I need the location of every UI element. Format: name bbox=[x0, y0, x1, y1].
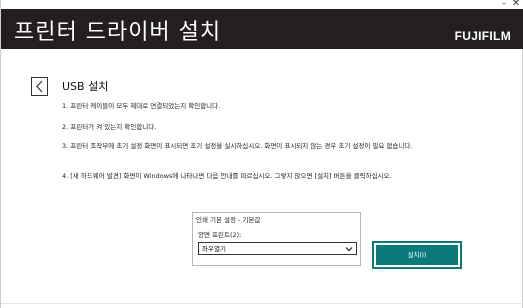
duplex-print-label: 양면 프린트(2): bbox=[198, 231, 242, 239]
instruction-step-3: 3. 프린터 조작부에 초기 설정 화면이 표시되면 초기 설정을 실시하십시오… bbox=[62, 142, 413, 150]
minimize-button[interactable]: – bbox=[500, 0, 508, 9]
back-button[interactable] bbox=[31, 77, 48, 96]
page-header-title: 프린터 드라이버 설치 bbox=[14, 20, 222, 45]
print-defaults-panel: 인쇄 기본 설정 - 기본값 양면 프린트(2): 좌우열기 bbox=[192, 212, 361, 266]
instruction-step-2: 2. 프린터가 켜 있는지 확인합니다. bbox=[62, 123, 157, 131]
instruction-step-4: 4. [새 하드웨어 발견] 화면이 Windows에 나타나면 다음 안내를 … bbox=[62, 172, 392, 180]
brand-logo: FUJIFILM bbox=[454, 29, 511, 43]
install-button[interactable]: 설치(I) bbox=[376, 245, 458, 265]
close-button[interactable]: ✕ bbox=[511, 0, 521, 9]
chevron-left-icon bbox=[36, 80, 43, 93]
print-defaults-title: 인쇄 기본 설정 - 기본값 bbox=[196, 216, 261, 224]
header-bar: 프린터 드라이버 설치 FUJIFILM bbox=[1, 9, 523, 49]
page-title: USB 설치 bbox=[62, 80, 109, 93]
duplex-print-select[interactable]: 좌우열기 bbox=[198, 242, 357, 255]
install-button-focus-ring: 설치(I) bbox=[372, 241, 462, 269]
title-bar: – ✕ bbox=[1, 0, 523, 9]
instruction-step-1: 1. 프린터 케이블이 모두 제대로 연결되었는지 확인합니다. bbox=[62, 102, 221, 110]
installer-window: – ✕ 프린터 드라이버 설치 FUJIFILM USB 설치 1. 프린터 케… bbox=[0, 0, 523, 308]
bottom-divider bbox=[1, 303, 523, 304]
chevron-down-icon bbox=[345, 247, 353, 252]
duplex-print-value: 좌우열기 bbox=[202, 245, 226, 253]
